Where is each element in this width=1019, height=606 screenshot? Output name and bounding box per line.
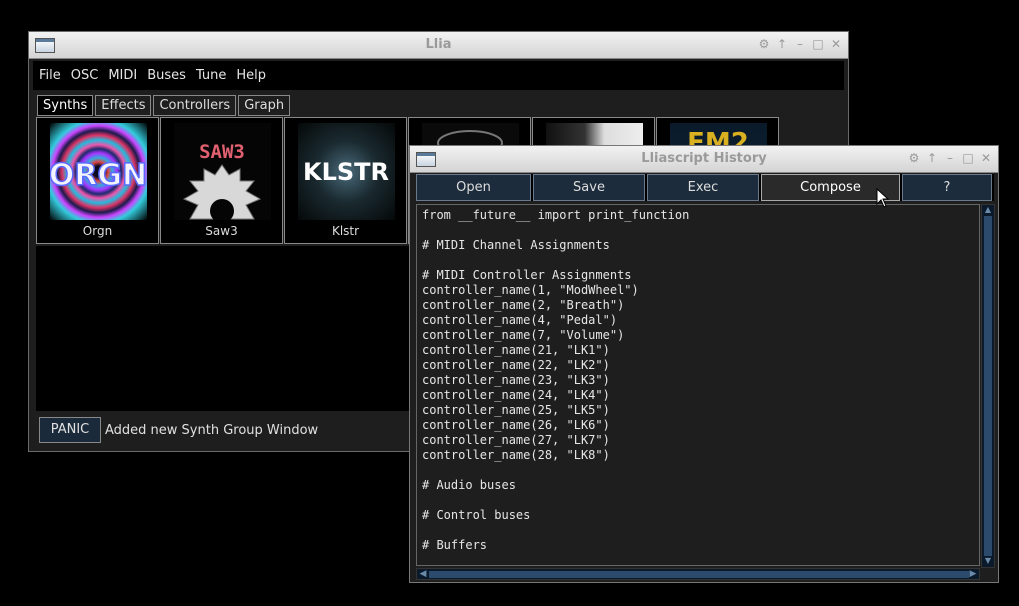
klstr-logo: KLSTR (298, 123, 395, 220)
script-line: controller_name(25, "LK5") (422, 403, 610, 417)
script-line (422, 223, 979, 238)
synth-label-orgn: Orgn (82, 224, 113, 238)
menu-osc[interactable]: OSC (71, 68, 99, 83)
synth-tile-klstr[interactable]: KLSTR Klstr (284, 117, 407, 244)
script-line: controller_name(24, "LK4") (422, 388, 610, 402)
script-line (422, 253, 979, 268)
history-shade-icon[interactable]: ↑ (926, 151, 938, 165)
scroll-left-arrow-icon[interactable]: ◀ (418, 569, 428, 579)
settings-icon[interactable]: ⚙ (758, 37, 770, 51)
script-line: controller_name(7, "Volume") (422, 328, 625, 342)
history-maximize-icon[interactable]: □ (962, 151, 974, 165)
synth-tile-saw3[interactable]: SAW3 Saw3 (160, 117, 283, 244)
script-line: controller_name(1, "ModWheel") (422, 283, 639, 297)
maximize-icon[interactable]: □ (812, 37, 824, 51)
saw3-logo: SAW3 (174, 123, 271, 220)
open-button[interactable]: Open (416, 174, 531, 201)
tab-effects[interactable]: Effects (95, 95, 152, 116)
tab-graph[interactable]: Graph (238, 95, 291, 116)
tab-controllers[interactable]: Controllers (153, 95, 237, 116)
menu-help[interactable]: Help (236, 68, 266, 83)
history-minimize-icon[interactable]: – (944, 151, 956, 165)
script-line: # Audio buses (422, 478, 516, 492)
menu-file[interactable]: File (39, 68, 61, 83)
script-editor[interactable]: from __future__ import print_function # M… (416, 204, 980, 566)
script-line (422, 463, 979, 478)
menu-buses[interactable]: Buses (147, 68, 186, 83)
script-line: controller_name(27, "LK7") (422, 433, 610, 447)
script-line: controller_name(22, "LK2") (422, 358, 610, 372)
synth-workarea (36, 246, 411, 411)
menu-bar: File OSC MIDI Buses Tune Help (33, 61, 844, 90)
horizontal-scrollbar[interactable]: ◀ ▶ (416, 568, 980, 580)
horizontal-scroll-thumb[interactable] (429, 571, 969, 578)
script-line (422, 523, 979, 538)
main-titlebar[interactable]: Llia ⚙ ↑ – □ ✕ (29, 32, 848, 59)
history-titlebar[interactable]: Lliascript History ⚙ ↑ – □ ✕ (410, 146, 998, 173)
script-line: controller_name(28, "LK8") (422, 448, 610, 462)
script-line (422, 493, 979, 508)
script-line: controller_name(4, "Pedal") (422, 313, 618, 327)
script-line: controller_name(21, "LK1") (422, 343, 610, 357)
script-line: # MIDI Channel Assignments (422, 238, 610, 252)
scroll-right-arrow-icon[interactable]: ▶ (968, 569, 978, 579)
status-bar: PANIC Added new Synth Group Window (36, 412, 416, 447)
exec-button[interactable]: Exec (647, 174, 759, 201)
synth-label-klstr: Klstr (331, 224, 360, 238)
mouse-cursor-icon (876, 188, 890, 208)
main-window-title: Llia (425, 37, 452, 52)
tab-synths[interactable]: Synths (37, 95, 94, 116)
vertical-scrollbar[interactable]: ▲ ▼ (981, 204, 995, 568)
help-button[interactable]: ? (902, 174, 992, 201)
status-message: Added new Synth Group Window (105, 423, 319, 438)
orgn-logo: ORGN (50, 123, 147, 220)
scroll-up-arrow-icon[interactable]: ▲ (984, 206, 992, 214)
panic-button[interactable]: PANIC (39, 417, 101, 443)
scroll-down-arrow-icon[interactable]: ▼ (984, 557, 992, 565)
vertical-scroll-thumb[interactable] (984, 216, 992, 556)
svg-text:KLSTR: KLSTR (303, 158, 389, 186)
script-line: # MIDI Controller Assignments (422, 268, 632, 282)
history-close-icon[interactable]: ✕ (980, 151, 992, 165)
shade-icon[interactable]: ↑ (776, 37, 788, 51)
svg-text:SAW3: SAW3 (199, 141, 245, 163)
history-settings-icon[interactable]: ⚙ (908, 151, 920, 165)
close-icon[interactable]: ✕ (830, 37, 842, 51)
script-line: # Control buses (422, 508, 531, 522)
menu-tune[interactable]: Tune (196, 68, 226, 83)
script-line: controller_name(23, "LK3") (422, 373, 610, 387)
script-line: # Buffers (422, 538, 488, 552)
script-line: controller_name(26, "LK6") (422, 418, 610, 432)
synth-tile-orgn[interactable]: ORGN Orgn (36, 117, 159, 244)
synth-label-saw3: Saw3 (205, 224, 238, 238)
tab-bar: Synths Effects Controllers Graph (37, 95, 291, 116)
script-line: from __future__ import print_function (422, 208, 690, 222)
minimize-icon[interactable]: – (794, 37, 806, 51)
history-toolbar: Open Save Exec Compose ? (416, 174, 994, 201)
lliascript-history-window: Lliascript History ⚙ ↑ – □ ✕ Open Save E… (409, 145, 999, 583)
menu-midi[interactable]: MIDI (108, 68, 137, 83)
save-button[interactable]: Save (533, 174, 645, 201)
script-line: controller_name(2, "Breath") (422, 298, 625, 312)
svg-text:ORGN: ORGN (50, 158, 147, 193)
